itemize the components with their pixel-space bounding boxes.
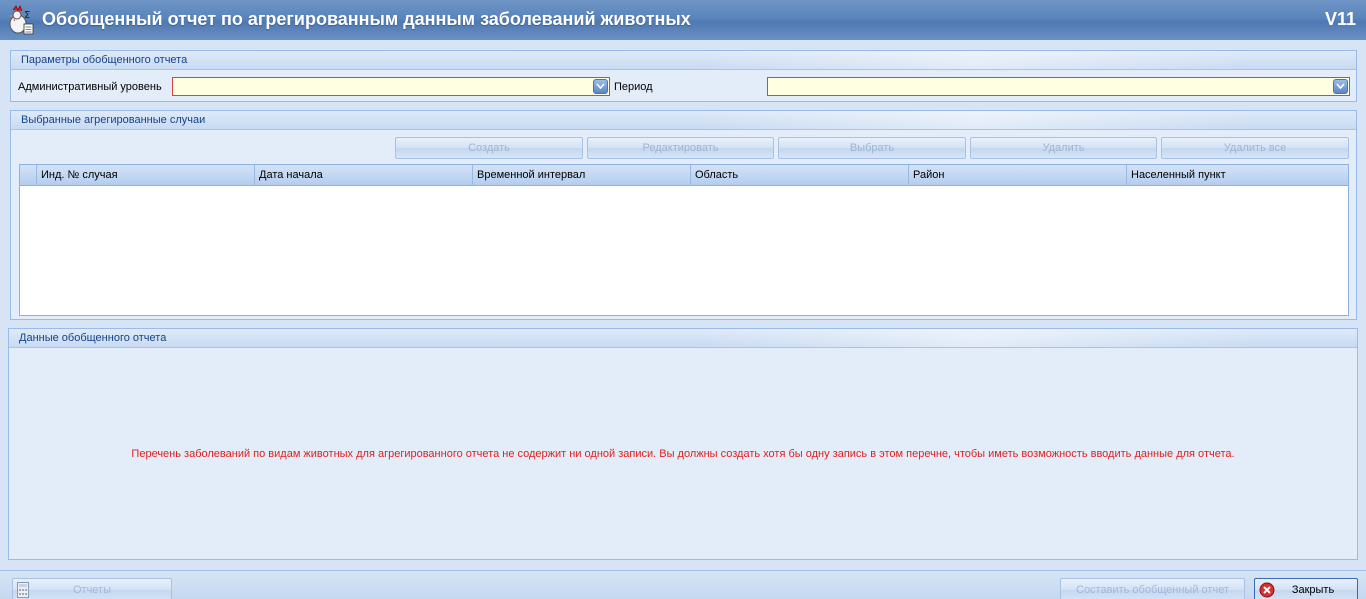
reports-button[interactable]: Отчеты bbox=[12, 578, 172, 599]
cases-panel-header: Выбранные агрегированные случаи bbox=[11, 111, 1356, 130]
empty-list-warning: Перечень заболеваний по видам животных д… bbox=[131, 448, 1235, 460]
edit-button[interactable]: Редактировать bbox=[587, 137, 774, 159]
footer-bar: Отчеты Составить обобщенный отчет Закрыт… bbox=[0, 570, 1366, 599]
title-bar: Σ Обобщенный отчет по агрегированным дан… bbox=[0, 0, 1366, 40]
content-area: Параметры обобщенного отчета Администрат… bbox=[0, 40, 1366, 570]
create-button[interactable]: Создать bbox=[395, 137, 583, 159]
close-label: Закрыть bbox=[1291, 584, 1335, 596]
compose-report-button[interactable]: Составить обобщенный отчет bbox=[1060, 578, 1245, 599]
data-panel: Данные обобщенного отчета bbox=[8, 328, 1358, 560]
reports-label: Отчеты bbox=[72, 584, 112, 596]
column-header[interactable]: Инд. № случая bbox=[36, 165, 254, 186]
cases-panel: Выбранные агрегированные случаи Создать … bbox=[10, 110, 1357, 320]
svg-text:Σ: Σ bbox=[24, 10, 30, 21]
params-panel: Параметры обобщенного отчета Администрат… bbox=[10, 50, 1357, 102]
column-header[interactable]: Временной интервал bbox=[472, 165, 690, 186]
chevron-down-icon[interactable] bbox=[593, 79, 608, 94]
version-label: V11 bbox=[1324, 9, 1356, 29]
calculator-icon bbox=[17, 582, 29, 598]
column-header[interactable]: Дата начала bbox=[254, 165, 472, 186]
column-header[interactable] bbox=[20, 165, 36, 186]
grid-header: Инд. № случая Дата начала Временной инте… bbox=[20, 165, 1348, 186]
rooster-sigma-icon: Σ bbox=[9, 5, 34, 35]
delete-button[interactable]: Удалить bbox=[970, 137, 1157, 159]
select-button[interactable]: Выбрать bbox=[778, 137, 966, 159]
close-icon bbox=[1259, 582, 1275, 598]
period-combo[interactable] bbox=[767, 77, 1350, 96]
column-header[interactable]: Область bbox=[690, 165, 908, 186]
cases-grid[interactable]: Инд. № случая Дата начала Временной инте… bbox=[19, 164, 1349, 316]
data-panel-header: Данные обобщенного отчета bbox=[9, 329, 1357, 348]
admin-level-label: Административный уровень bbox=[18, 81, 162, 93]
column-header[interactable]: Район bbox=[908, 165, 1126, 186]
window-title: Обобщенный отчет по агрегированным данны… bbox=[42, 9, 691, 29]
admin-level-combo[interactable] bbox=[172, 77, 610, 96]
period-label: Период bbox=[614, 81, 653, 93]
delete-all-button[interactable]: Удалить все bbox=[1161, 137, 1349, 159]
params-panel-header: Параметры обобщенного отчета bbox=[11, 51, 1356, 70]
chevron-down-icon[interactable] bbox=[1333, 79, 1348, 94]
column-header[interactable]: Населенный пункт bbox=[1126, 165, 1348, 186]
close-button[interactable]: Закрыть bbox=[1254, 578, 1358, 599]
